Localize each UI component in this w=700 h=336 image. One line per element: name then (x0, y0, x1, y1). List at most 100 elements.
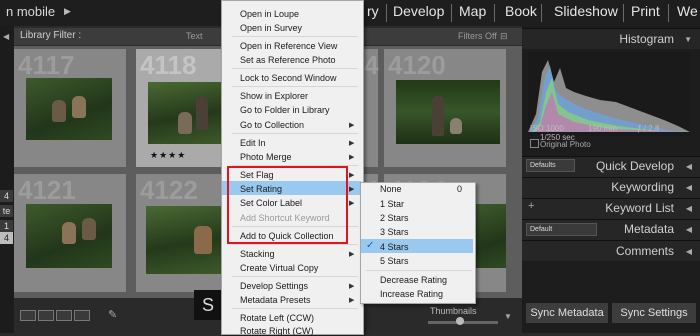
dog-shape (62, 222, 76, 244)
module-book[interactable]: Book (505, 3, 537, 19)
menu-separator (232, 36, 358, 37)
module-library[interactable]: ry (367, 3, 379, 19)
menu-go-to-folder[interactable]: Go to Folder in Library (240, 105, 330, 115)
rating-none[interactable]: None (380, 184, 402, 194)
dog-shape (450, 118, 462, 134)
menu-separator (232, 86, 358, 87)
rating-4-stars[interactable]: 4 Stars (380, 242, 409, 252)
filters-off-dropdown[interactable]: Filters Off (458, 31, 497, 41)
compare-view-button[interactable] (56, 310, 72, 321)
module-web[interactable]: We (677, 3, 698, 19)
submenu-arrow-icon: ▶ (349, 297, 355, 304)
rating-3-stars[interactable]: 3 Stars (380, 227, 409, 237)
keywording-title: Keywording (611, 180, 674, 194)
menu-develop-settings[interactable]: Develop Settings (240, 281, 308, 291)
cell-number: 4120 (388, 50, 446, 80)
annotation-highlight-box (227, 166, 348, 244)
thumbnail-slider-knob[interactable] (456, 317, 464, 325)
saved-preset-select[interactable]: Defaults (526, 159, 575, 172)
app-title: n mobile (6, 4, 56, 19)
loupe-view-button[interactable] (38, 310, 54, 321)
menu-metadata-presets[interactable]: Metadata Presets (240, 295, 311, 305)
collapse-triangle-icon[interactable]: ◀ (686, 162, 692, 171)
module-develop[interactable]: Develop (393, 3, 444, 19)
menu-open-in-reference-view[interactable]: Open in Reference View (240, 41, 337, 51)
menu-go-to-collection[interactable]: Go to Collection (240, 120, 304, 130)
menu-separator (232, 133, 358, 134)
module-map[interactable]: Map (459, 3, 486, 19)
metadata-preset-select[interactable]: Default (526, 223, 597, 236)
play-arrow-icon[interactable]: ▶ (64, 6, 71, 17)
person-shape (196, 96, 208, 130)
filter-text-tab[interactable]: Text (186, 31, 203, 41)
filter-lock-icon[interactable]: ⊟ (500, 31, 508, 42)
dog-shape (82, 218, 96, 240)
left-panel-tab[interactable]: 1 (0, 220, 13, 232)
left-panel-strip (0, 26, 14, 333)
keyword-list-title: Keyword List (605, 201, 674, 215)
quick-develop-title: Quick Develop (595, 159, 674, 173)
menu-create-virtual-copy[interactable]: Create Virtual Copy (240, 263, 318, 273)
module-separator (623, 4, 624, 22)
photo-thumbnail[interactable] (476, 204, 506, 268)
menu-rotate-left[interactable]: Rotate Left (CCW) (240, 313, 314, 323)
menu-separator (366, 270, 472, 271)
collapse-triangle-icon[interactable]: ◀ (686, 225, 692, 234)
module-print[interactable]: Print (631, 3, 660, 19)
sync-metadata-button[interactable]: Sync Metadata (526, 303, 608, 323)
toolbar-menu-icon[interactable]: ▼ (504, 312, 512, 321)
dog-shape (52, 100, 66, 122)
menu-edit-in[interactable]: Edit In (240, 138, 266, 148)
cell-number: 4117 (18, 50, 75, 80)
collapse-triangle-icon[interactable]: ▼ (684, 35, 692, 44)
check-icon: ✓ (366, 240, 375, 251)
rating-5-stars[interactable]: 5 Stars (380, 256, 409, 266)
rating-2-stars[interactable]: 2 Stars (380, 213, 409, 223)
left-panel-tab[interactable]: 4 (0, 190, 13, 202)
menu-open-in-loupe[interactable]: Open in Loupe (240, 9, 299, 19)
survey-view-button[interactable] (74, 310, 90, 321)
menu-rotate-right[interactable]: Rotate Right (CW) (240, 326, 314, 336)
menu-set-as-reference-photo[interactable]: Set as Reference Photo (240, 55, 336, 65)
menu-separator (232, 244, 358, 245)
histogram-title: Histogram (619, 32, 674, 46)
overlay-letter: S (194, 290, 222, 320)
collapse-triangle-icon[interactable]: ◀ (686, 247, 692, 256)
library-filter-label: Library Filter : (20, 30, 82, 41)
submenu-arrow-icon: ▶ (349, 200, 355, 207)
submenu-highlight (361, 239, 473, 253)
module-separator (494, 4, 495, 22)
focal-length: 190 mm (588, 124, 617, 133)
left-panel-tab[interactable]: 4 (0, 232, 13, 244)
submenu-arrow-icon: ▶ (349, 186, 355, 193)
add-keyword-icon[interactable]: + (528, 200, 534, 212)
photo-thumbnail[interactable] (26, 78, 112, 140)
cell-number: 4121 (18, 175, 76, 205)
menu-show-in-explorer[interactable]: Show in Explorer (240, 91, 308, 101)
left-panel-tab[interactable]: te (0, 205, 13, 217)
rating-1-star[interactable]: 1 Star (380, 199, 404, 209)
grid-view-button[interactable] (20, 310, 36, 321)
photo-thumbnail[interactable] (396, 80, 500, 144)
menu-open-in-survey[interactable]: Open in Survey (240, 23, 302, 33)
original-photo-checkbox[interactable] (530, 139, 539, 148)
submenu-arrow-icon: ▶ (349, 154, 355, 161)
collapse-triangle-icon[interactable]: ◀ (686, 183, 692, 192)
submenu-arrow-icon: ▶ (349, 122, 355, 129)
dog-shape (194, 226, 212, 254)
menu-photo-merge[interactable]: Photo Merge (240, 152, 292, 162)
comments-title: Comments (615, 244, 674, 258)
submenu-arrow-icon: ▶ (349, 283, 355, 290)
menu-separator (232, 68, 358, 69)
cell-number: 4122 (140, 175, 198, 205)
rating-increase[interactable]: Increase Rating (380, 289, 443, 299)
menu-stacking[interactable]: Stacking (240, 249, 275, 259)
original-photo-label: Original Photo (540, 140, 591, 149)
collapse-triangle-icon[interactable]: ◀ (686, 204, 692, 213)
sync-settings-button[interactable]: Sync Settings (612, 303, 696, 323)
menu-lock-to-second-window[interactable]: Lock to Second Window (240, 73, 337, 83)
rating-decrease[interactable]: Decrease Rating (380, 275, 447, 285)
left-panel-collapse-icon[interactable]: ◀ (3, 32, 9, 41)
painter-icon[interactable]: ✎ (108, 308, 117, 321)
module-slideshow[interactable]: Slideshow (554, 3, 618, 19)
